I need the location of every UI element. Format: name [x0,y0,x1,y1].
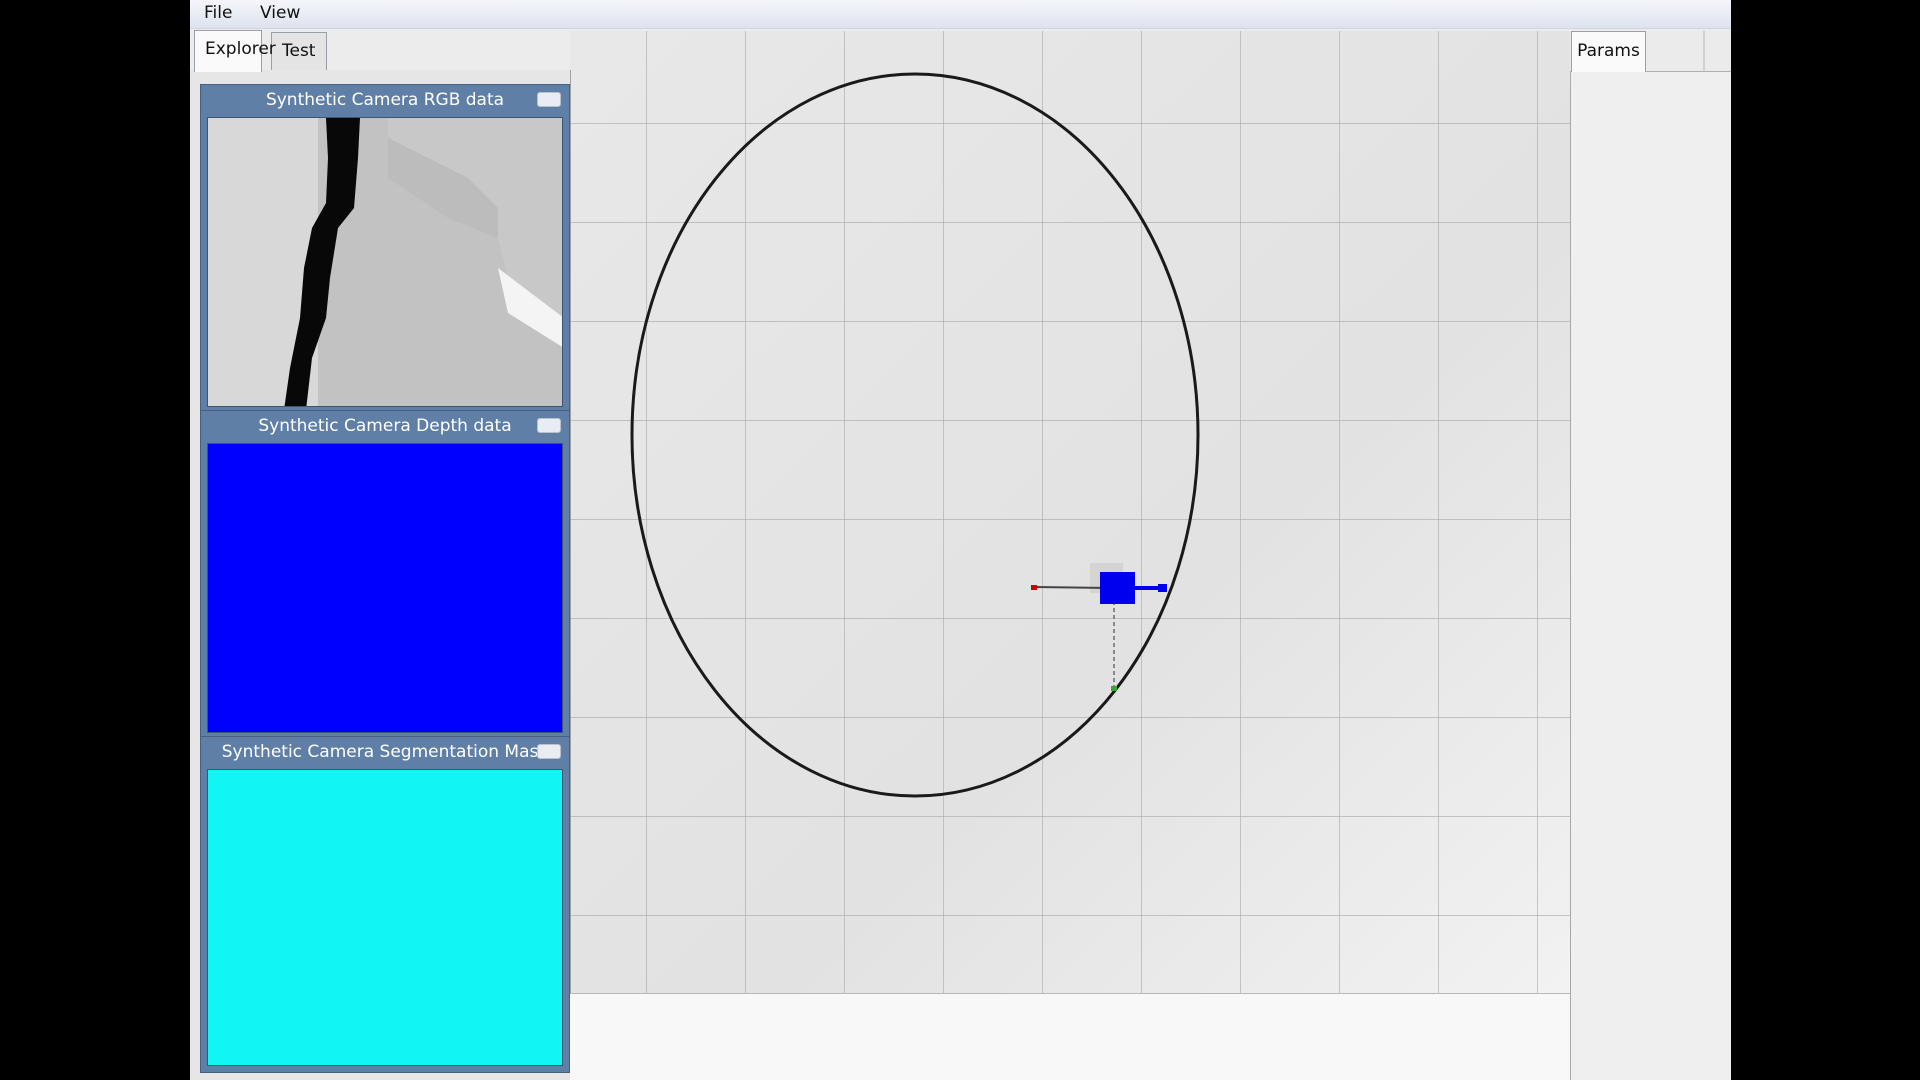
segmentation-mask-view [207,769,563,1066]
scene-canvas[interactable] [570,31,1570,993]
rgb-camera-dock: Synthetic Camera RGB data [200,84,570,414]
rgb-camera-dock-title: Synthetic Camera RGB data [265,90,505,110]
segmentation-mask-dock: Synthetic Camera Segmentation Mask [200,736,570,1073]
depth-camera-dock-title: Synthetic Camera Depth data [258,416,512,436]
application-window: File View Explorer Test Synthetic Camera… [190,0,1731,1080]
menu-bar: File View [190,0,1731,29]
menu-file[interactable]: File [204,3,232,23]
tab-explorer[interactable]: Explorer [194,30,276,72]
scene-viewport[interactable] [570,31,1570,993]
robot-y-axis-tip [1111,686,1117,691]
robot-heading-tip [1158,584,1167,592]
robot-body [1100,572,1135,604]
rgb-camera-view [207,117,563,407]
tab-test-label: Test [282,41,316,61]
robot-x-axis [1034,586,1111,589]
tab-params[interactable]: Params [1571,31,1646,72]
depth-camera-dock: Synthetic Camera Depth data [200,410,570,740]
depth-camera-view [207,443,563,733]
bottom-panel [570,993,1731,1080]
depth-dock-float-button[interactable] [537,418,561,433]
tab-test[interactable]: Test [271,32,327,70]
left-panel: Synthetic Camera RGB data Synthetic Came… [190,70,571,1080]
robot-x-axis-tip [1031,585,1037,590]
tab-explorer-label: Explorer [205,39,276,59]
segmentation-dock-float-button[interactable] [537,744,561,759]
segmentation-mask-dock-title: Synthetic Camera Segmentation Mask [221,742,549,762]
params-panel [1570,31,1731,1080]
rgb-dock-float-button[interactable] [537,92,561,107]
tab-params-label: Params [1577,41,1640,61]
rgb-camera-image [208,118,562,406]
menu-view[interactable]: View [260,3,300,23]
